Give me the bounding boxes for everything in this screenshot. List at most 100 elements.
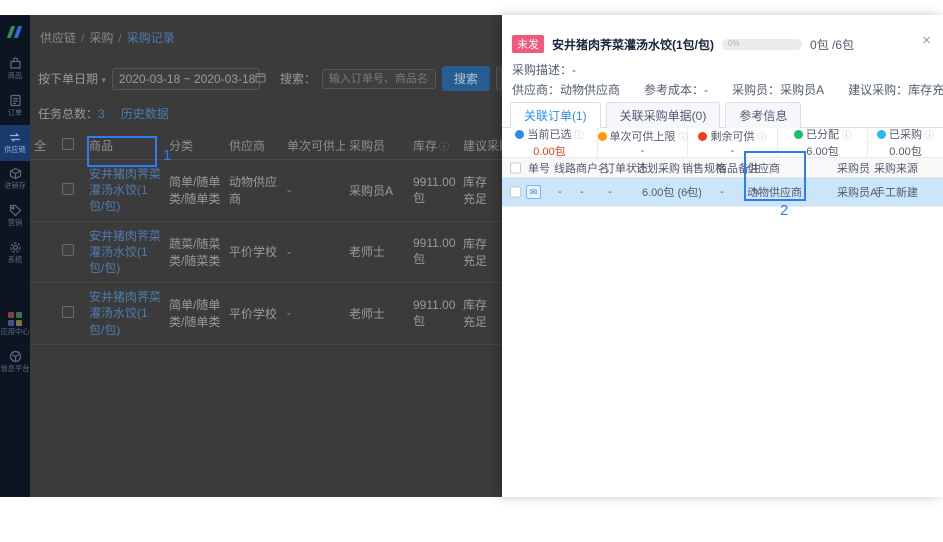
supplier-cell: 动物供应商 [225,160,283,222]
app-window: 商品 订单 供应链 进销存 营销 [0,15,943,497]
col-buyer: 采购员 [837,160,870,176]
limit-cell: - [283,160,345,222]
row-checkbox[interactable] [62,183,74,195]
row-checkbox[interactable] [510,187,521,198]
category-cell: 蔬菜/随菜类/随菜类 [165,221,225,283]
cyan-dot-icon [877,130,886,139]
merchant-cell: - [580,186,584,198]
spec-cell: - [686,186,690,198]
col-order-no: 单号 [528,160,550,176]
progress-percent: 0% [728,40,740,48]
date-type-dropdown[interactable]: 按下单日期 ▾ [38,70,106,87]
sidebar-item-info-platform[interactable]: 信息平台 [0,344,30,381]
date-range-input[interactable]: 2020-03-18 ~ 2020-03-18 [112,68,260,90]
info-icon: ⓘ [925,128,934,141]
app-grid-icon [8,312,22,326]
col-route: 线路 [554,160,576,176]
product-detail-drawer: × 未发 安井猪肉荠菜灌汤水饺(1包/包) 0% 0包 /6包 采购描述：- 供… [502,15,943,497]
stock-cell: 9911.00包 [409,283,459,345]
suggest-cell: 库存充足 [459,283,502,345]
task-summary: 任务总数：3 历史数据 [38,105,502,122]
product-title: 安井猪肉荠菜灌汤水饺(1包/包) [552,36,714,53]
select-all-checkbox[interactable] [62,138,74,150]
stats-row: 当前已选ⓘ 0.00包 单次可供上限ⓘ - 剩余可供ⓘ - 已分配ⓘ 6.00包… [502,128,943,158]
source-cell: 手工新建 [874,184,918,200]
page: 商品 订单 供应链 进销存 营销 [0,0,943,542]
document-icon [9,94,22,107]
table-row: ✉ - - - 6.00包 (6包) - - 动物供应商✎ 采购员A 手工新建 [502,178,943,207]
sidebar-item-system[interactable]: 系统 [0,235,30,272]
buyer-cell: 采购员A [345,160,409,222]
product-link[interactable]: 安井猪肉荠菜灌汤水饺(1包/包) [89,166,161,215]
info-icon: ⓘ [439,142,449,153]
history-data-link[interactable]: 历史数据 [121,105,169,122]
sidebar: 商品 订单 供应链 进销存 营销 [0,15,30,497]
select-all-checkbox[interactable] [510,162,521,173]
annotation-label-1: 1 [163,147,171,164]
green-dot-icon [794,130,803,139]
suggest-cell: 库存充足 [459,221,502,283]
meta-supplier: 供应商：动物供应商 [512,81,620,98]
info-icon: ⓘ [679,130,688,143]
tab-reference-info[interactable]: 参考信息 [725,102,801,128]
stock-cell: 9911.00包 [409,221,459,283]
annotation-box-2 [744,151,806,201]
limit-cell: - [283,283,345,345]
category-cell: 简单/随单类/随单类 [165,160,225,222]
table-row: 安井猪肉荠菜灌汤水饺(1包/包) 简单/随单类/随单类 动物供应商 - 采购员A… [30,160,502,222]
message-icon[interactable]: ✉ [526,185,541,199]
close-icon[interactable]: × [922,33,931,48]
product-link[interactable]: 安井猪肉荠菜灌汤水饺(1包/包) [89,228,161,277]
procurement-list-panel: 供应链/采购/采购记录 按下单日期 ▾ 2020-03-18 ~ 2020-03… [30,15,502,497]
col-buyer: 采购员 [345,132,409,160]
gear-icon [9,241,22,254]
note-cell: - [720,186,724,198]
meta-ref-cost: 参考成本：- [644,81,708,98]
col-purchase-source: 采购来源 [874,160,918,176]
purchase-description: 采购描述：- [512,61,576,78]
stat-current-selected: 当前已选ⓘ 0.00包 [502,128,598,157]
info-icon: ⓘ [574,128,583,141]
buyer-cell: 老师士 [345,283,409,345]
tab-related-orders[interactable]: 关联订单(1) [510,102,601,128]
sidebar-item-orders[interactable]: 订单 [0,88,30,125]
status-cell: - [608,186,612,198]
planned-cell: 6.00包 (6包) [642,184,702,200]
col-supplier: 供应商 [225,132,283,160]
buyer-cell: 老师士 [345,221,409,283]
drawer-tabs: 关联订单(1) 关联采购单据(0) 参考信息 [502,101,943,128]
search-button[interactable]: 搜索 [442,66,490,91]
product-link[interactable]: 安井猪肉荠菜灌汤水饺(1包/包) [89,289,161,338]
breadcrumb-supply-chain: 供应链 [40,31,76,45]
info-icon: ⓘ [757,130,766,143]
search-input[interactable] [322,69,436,89]
breadcrumb-purchase-records: 采购记录 [127,31,175,45]
sidebar-item-supply-chain[interactable]: 供应链 [0,125,30,162]
red-dot-icon [698,132,707,141]
row-checkbox[interactable] [62,244,74,256]
breadcrumb: 供应链/采购/采购记录 [30,15,502,46]
stat-purchased: 已采购ⓘ 0.00包 [868,128,943,157]
select-all-label: 全 [30,132,58,160]
col-stock: 库存ⓘ [409,132,459,160]
globe-icon [9,350,22,363]
related-orders-header: 单号 线路 商户名 订单状态 计划采购 销售规格 商品备注 供应商 采购员 采购… [502,158,943,178]
supplier-cell: 平价学校 [225,283,283,345]
search-label: 搜索： [280,70,316,87]
quantity-summary: 0包 /6包 [810,36,854,53]
stat-supply-limit: 单次可供上限ⓘ - [598,128,688,157]
table-row: 安井猪肉荠菜灌汤水饺(1包/包) 简单/随单类/随单类 平价学校 - 老师士 9… [30,283,502,345]
sidebar-item-app-center[interactable]: 应用中心 [0,306,30,344]
bag-icon [9,57,22,70]
route-cell: - [558,186,562,198]
row-checkbox[interactable] [62,306,74,318]
related-orders-table: 单号 线路 商户名 订单状态 计划采购 销售规格 商品备注 供应商 采购员 采购… [502,158,943,207]
col-suggest: 建议采购 [459,132,502,160]
sidebar-item-goods[interactable]: 商品 [0,51,30,88]
meta-suggest: 建议采购：库存充足 [848,81,943,98]
info-icon: ⓘ [842,128,851,141]
filter-toolbar: 按下单日期 ▾ 2020-03-18 ~ 2020-03-18 搜索： 搜索 导… [38,66,502,91]
sidebar-item-marketing[interactable]: 营销 [0,198,30,235]
tab-related-purchase-docs[interactable]: 关联采购单据(0) [606,102,721,128]
sidebar-item-inventory[interactable]: 进销存 [0,161,30,198]
